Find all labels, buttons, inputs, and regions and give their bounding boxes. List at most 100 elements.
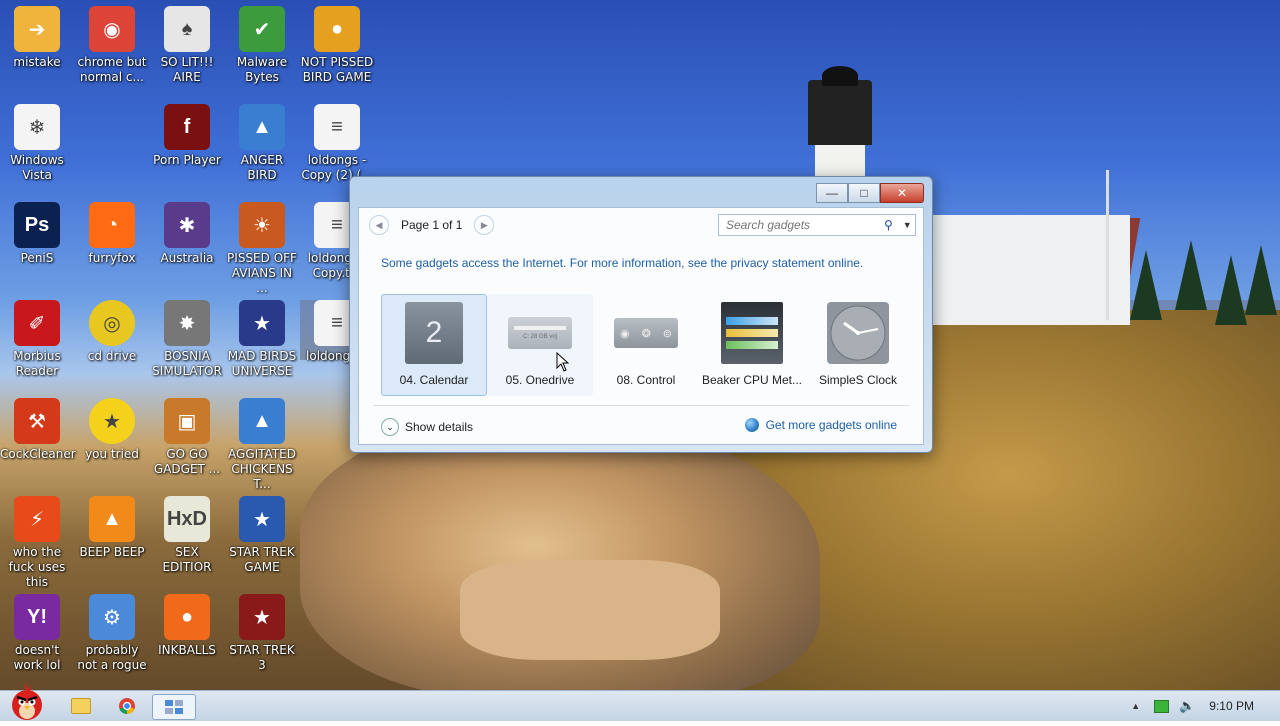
desktop-icon[interactable]: ✸ BOSNIA SIMULATOR xyxy=(150,294,224,379)
close-icon[interactable]: ✕ xyxy=(880,183,924,203)
rocks xyxy=(460,560,720,660)
desktop-icon[interactable]: ★ STAR TREK 3 xyxy=(225,588,299,673)
green-pig-icon: ● xyxy=(314,6,360,52)
desktop-icon-label: mistake xyxy=(13,55,61,69)
broom-icon: ⚒ xyxy=(14,398,60,444)
gadget-tile[interactable]: SimpleS Clock xyxy=(805,294,911,396)
taskbar-gadgets-button[interactable] xyxy=(152,694,196,720)
gadget-label: Beaker CPU Met... xyxy=(701,373,803,387)
network-icon[interactable] xyxy=(1154,699,1170,713)
taskbar-explorer-button[interactable] xyxy=(60,694,102,718)
desktop-icon[interactable]: ◔ furryfox xyxy=(75,196,149,266)
maximize-icon[interactable]: □ xyxy=(848,183,880,203)
red-bird-icon: ▲ xyxy=(239,104,285,150)
chrome-icon xyxy=(119,698,135,715)
desktop-icon-label: NOT PISSED BIRD GAME xyxy=(300,55,374,84)
gadget-panel: ◀ Page 1 of 1 ▶ ⚲ ▼ Some gadgets access … xyxy=(358,207,924,445)
desktop-icon[interactable]: Y! doesn't work lol xyxy=(0,588,74,673)
spider-icon: ✱ xyxy=(164,202,210,248)
desktop-icon[interactable]: ▲ BEEP BEEP xyxy=(75,490,149,560)
desktop-icon-label: CockCleaner xyxy=(0,447,76,461)
gadget-label: 08. Control xyxy=(616,373,676,387)
desktop-icon[interactable]: ✱ Australia xyxy=(150,196,224,266)
desktop-icon[interactable]: ♠ SO LIT!!! AIRE xyxy=(150,0,224,85)
cd-icon: ◎ xyxy=(89,300,135,346)
desktop-icon[interactable]: ☀ PISSED OFF AVIANS IN ... xyxy=(225,196,299,296)
desktop-icon-label: MAD BIRDS UNIVERSE xyxy=(227,349,297,378)
desktop-icon[interactable]: ⚙ probably not a rogue xyxy=(75,588,149,673)
desktop-icon-label: probably not a rogue xyxy=(77,643,147,672)
desktop-icon-label: ANGER BIRD xyxy=(240,153,284,182)
next-page-icon[interactable]: ▶ xyxy=(474,215,495,235)
search-dropdown-icon[interactable]: ▼ xyxy=(903,220,912,230)
drive-meter-text: C: 28 GB vrij xyxy=(522,334,557,340)
gadget-label: 05. Onedrive xyxy=(505,373,575,387)
desktop-icon[interactable]: ▣ GO GO GADGET ... xyxy=(150,392,224,477)
mouse-cursor-icon xyxy=(556,352,570,372)
desktop-icon[interactable]: ⚒ CockCleaner xyxy=(0,392,76,462)
flag-pole xyxy=(1106,170,1109,320)
gadget-tile[interactable]: 2 04. Calendar xyxy=(381,294,487,396)
gadget-label: 04. Calendar xyxy=(399,373,469,387)
gadget-list: 2 04. Calendar C: 28 GB vrij 05. Onedrive ◉ ❂… xyxy=(381,294,911,396)
taskbar: ▲ 🔈 9:10 PM xyxy=(0,683,1280,721)
desktop-icon-label: SEX EDITIOR xyxy=(162,545,212,574)
desktop-icon[interactable]: HxD SEX EDITIOR xyxy=(150,490,224,575)
taskbar-clock[interactable]: 9:10 PM xyxy=(1209,699,1254,713)
briefcase-icon: ▣ xyxy=(164,398,210,444)
desktop-icon[interactable]: ◉ chrome but normal c... xyxy=(75,0,149,85)
taskbar-chrome-button[interactable] xyxy=(106,694,148,718)
desktop-icon[interactable]: ⚡ who the fuck uses this xyxy=(0,490,74,590)
tree xyxy=(1215,255,1247,325)
document-icon: ≡ xyxy=(314,104,360,150)
cpu-meter-icon xyxy=(719,301,785,365)
desktop-icon[interactable]: ≡ loldongs - Copy (2) (... xyxy=(300,98,374,183)
show-hidden-icons-icon[interactable]: ▲ xyxy=(1131,701,1140,711)
desktop-icon-label: SO LIT!!! AIRE xyxy=(160,55,214,84)
desktop-icon[interactable]: ▲ ANGER BIRD xyxy=(225,98,299,183)
search-box[interactable]: ⚲ ▼ xyxy=(718,214,916,236)
desktop-icon[interactable]: ❄ Windows Vista xyxy=(0,98,74,183)
desktop-icon[interactable]: ★ STAR TREK GAME xyxy=(225,490,299,575)
desktop-icon[interactable]: ✔ Malware Bytes xyxy=(225,0,299,85)
desktop-icon-label: PeniS xyxy=(20,251,54,265)
gadget-gallery-window[interactable]: — □ ✕ ◀ Page 1 of 1 ▶ ⚲ ▼ Some gadgets a… xyxy=(349,176,933,453)
get-more-gadgets-link[interactable]: Get more gadgets online xyxy=(744,418,897,432)
desktop-icon[interactable]: ★ you tried xyxy=(75,392,149,462)
tree xyxy=(1245,245,1277,315)
gadget-tile[interactable]: C: 28 GB vrij 05. Onedrive xyxy=(487,294,593,396)
desktop-icon[interactable]: ● INKBALLS xyxy=(150,588,224,658)
tree xyxy=(1130,250,1162,320)
folder-arrow-icon: ➔ xyxy=(14,6,60,52)
desktop-icon[interactable]: ✐ Morbius Reader xyxy=(0,294,74,379)
desktop-icon-label: BEEP BEEP xyxy=(79,545,145,559)
calendar-icon: 2 xyxy=(401,301,467,365)
desktop-icon-label: Malware Bytes xyxy=(236,55,288,84)
desktop-icon-label: Australia xyxy=(160,251,214,265)
bird-badge-icon: ▲ xyxy=(239,398,285,444)
search-icon[interactable]: ⚲ xyxy=(884,218,893,232)
desktop-icon-label: you tried xyxy=(85,447,139,461)
minimize-icon[interactable]: — xyxy=(816,183,848,203)
start-button[interactable] xyxy=(4,681,50,721)
vista-icon: ❄ xyxy=(14,104,60,150)
desktop-icon[interactable]: ● NOT PISSED BIRD GAME xyxy=(300,0,374,85)
desktop-icon-label: Windows Vista xyxy=(10,153,64,182)
desktop-icon-label: chrome but normal c... xyxy=(77,55,147,84)
prev-page-icon[interactable]: ◀ xyxy=(369,215,389,235)
globe-icon xyxy=(744,418,759,432)
show-details-button[interactable]: ⌄ Show details xyxy=(381,418,473,436)
desktop-icon[interactable]: ➔ mistake xyxy=(0,0,74,70)
gadget-tile[interactable]: Beaker CPU Met... xyxy=(699,294,805,396)
desktop-icon[interactable]: ▲ AGGITATED CHICKENS T... xyxy=(225,392,299,492)
desktop-icon[interactable]: ◎ cd drive xyxy=(75,294,149,364)
desktop-icon[interactable]: ★ MAD BIRDS UNIVERSE xyxy=(225,294,299,379)
privacy-link[interactable]: Some gadgets access the Internet. For mo… xyxy=(381,256,863,270)
desktop-icon[interactable]: f Porn Player xyxy=(150,98,224,168)
desktop-icon[interactable]: Ps PeniS xyxy=(0,196,74,266)
volume-icon[interactable]: 🔈 xyxy=(1179,698,1195,714)
desktop-icon-label: who the fuck uses this xyxy=(8,545,66,589)
gadget-tile[interactable]: ◉ ❂ ⊜ 08. Control xyxy=(593,294,699,396)
mine-icon: ✸ xyxy=(164,300,210,346)
search-input[interactable] xyxy=(724,217,878,233)
